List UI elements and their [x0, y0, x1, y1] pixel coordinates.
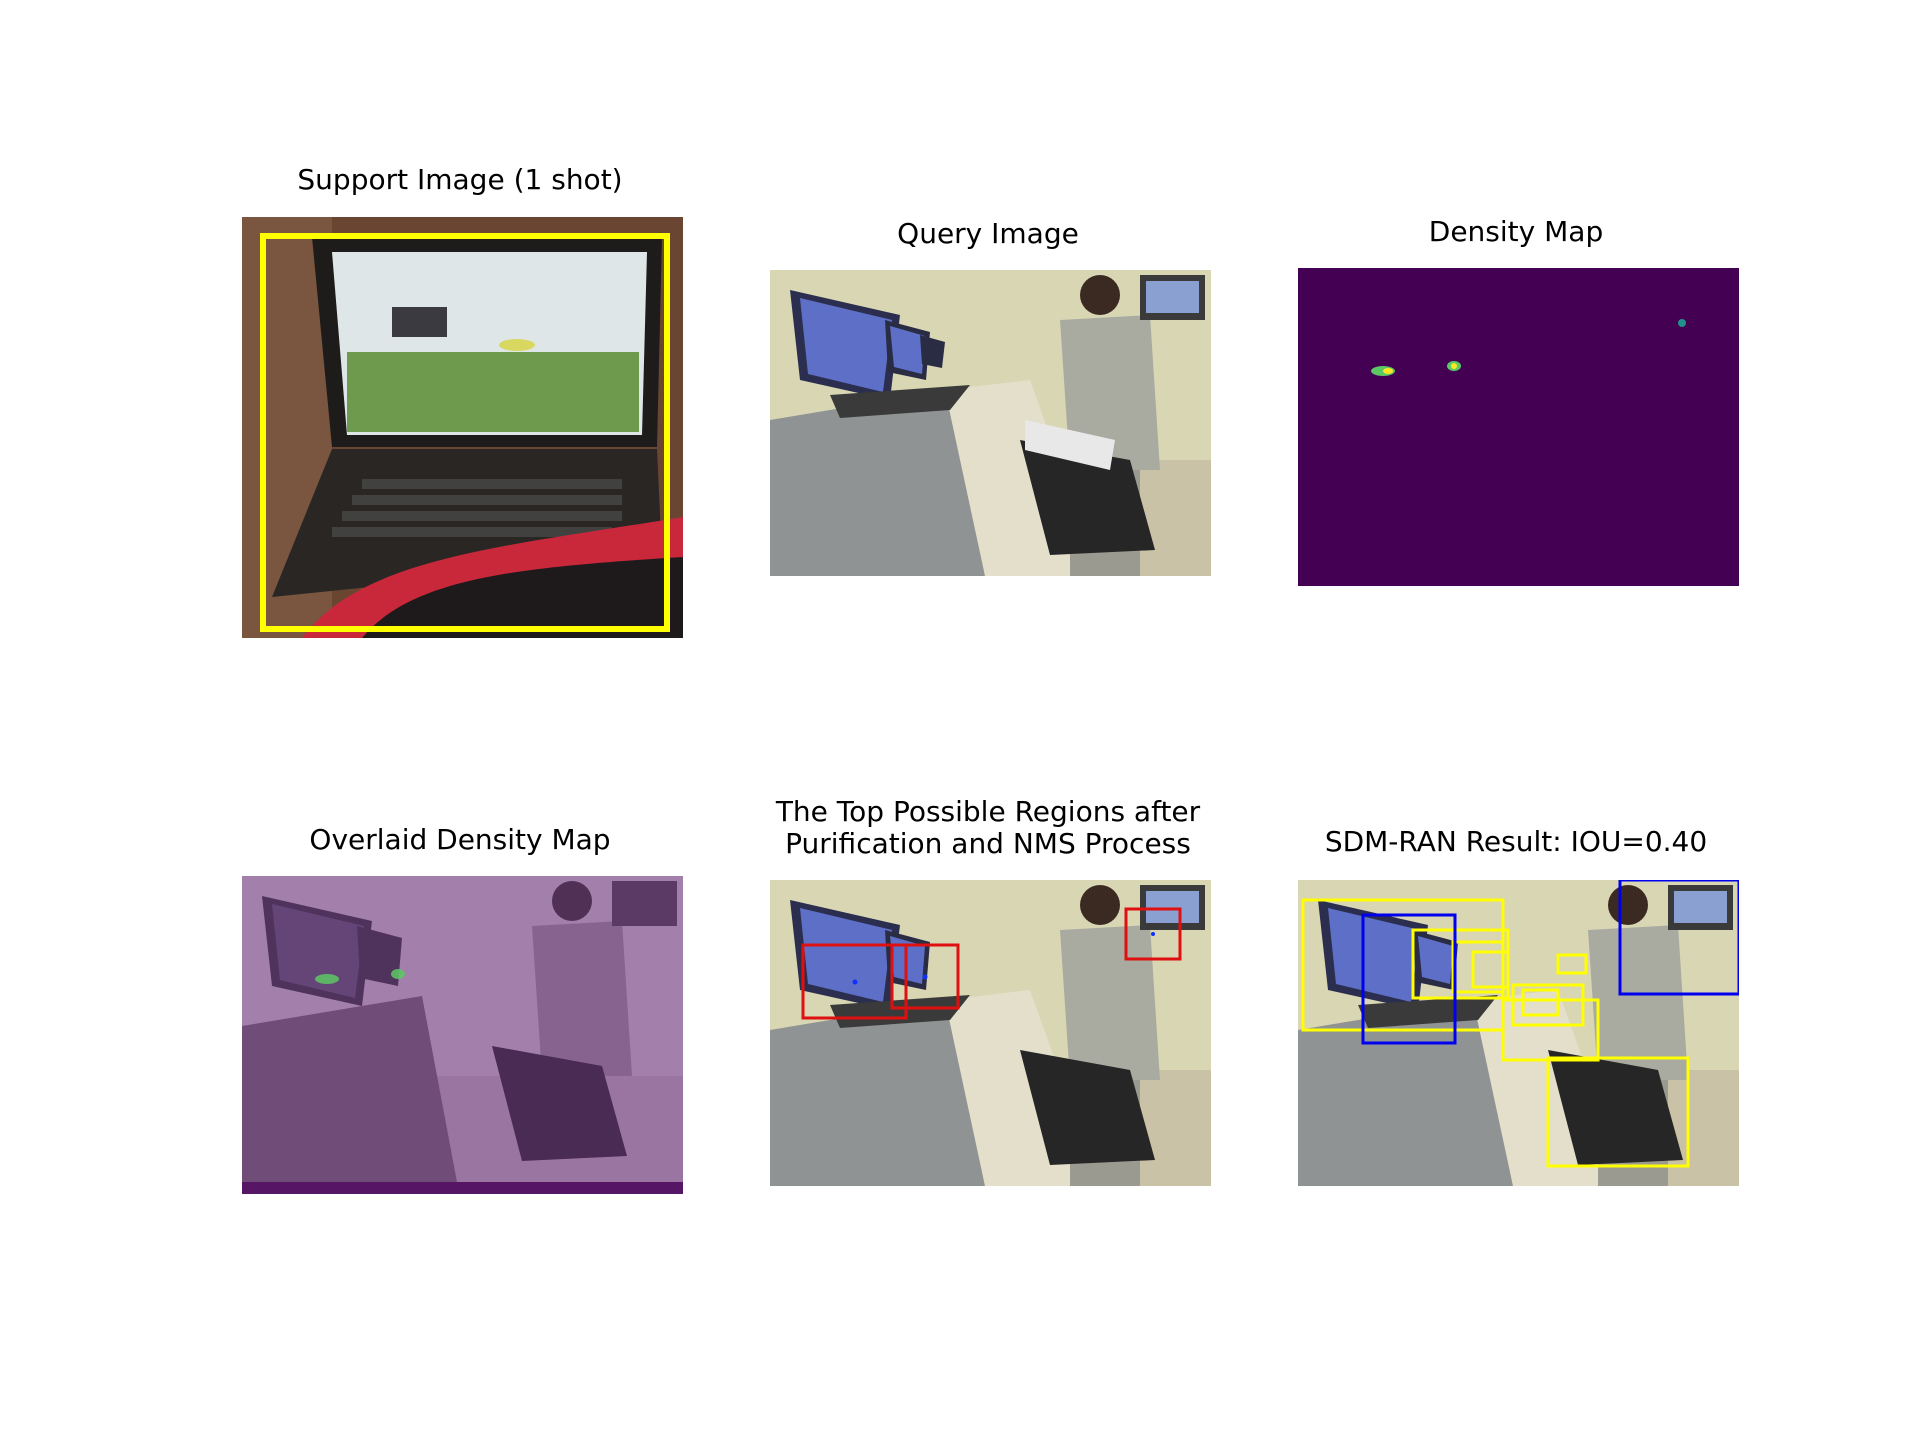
top-regions-image: [770, 880, 1211, 1186]
density-map: [1298, 268, 1739, 586]
top-regions-title: The Top Possible Regions after Purificat…: [776, 796, 1200, 860]
region-center-point: [852, 979, 858, 985]
density-peak: [1678, 319, 1686, 327]
sdm-ran-result-image: [1298, 880, 1739, 1186]
overlaid-density-map: [242, 876, 683, 1194]
query-image-title: Query Image: [897, 217, 1079, 250]
sdm-ran-result-title: SDM-RAN Result: IOU=0.40: [1324, 825, 1708, 858]
overlaid-density-map-title: Overlaid Density Map: [309, 823, 611, 856]
region-center-point: [1151, 932, 1155, 936]
density-map-title: Density Map: [1428, 215, 1604, 248]
top-regions-title-line1: The Top Possible Regions after: [775, 795, 1201, 828]
top-regions-title-line2: Purification and NMS Process: [785, 827, 1191, 860]
support-image: [242, 217, 683, 638]
support-image-title: Support Image (1 shot): [297, 163, 623, 196]
query-image: [770, 270, 1211, 576]
region-center-point: [922, 974, 928, 980]
